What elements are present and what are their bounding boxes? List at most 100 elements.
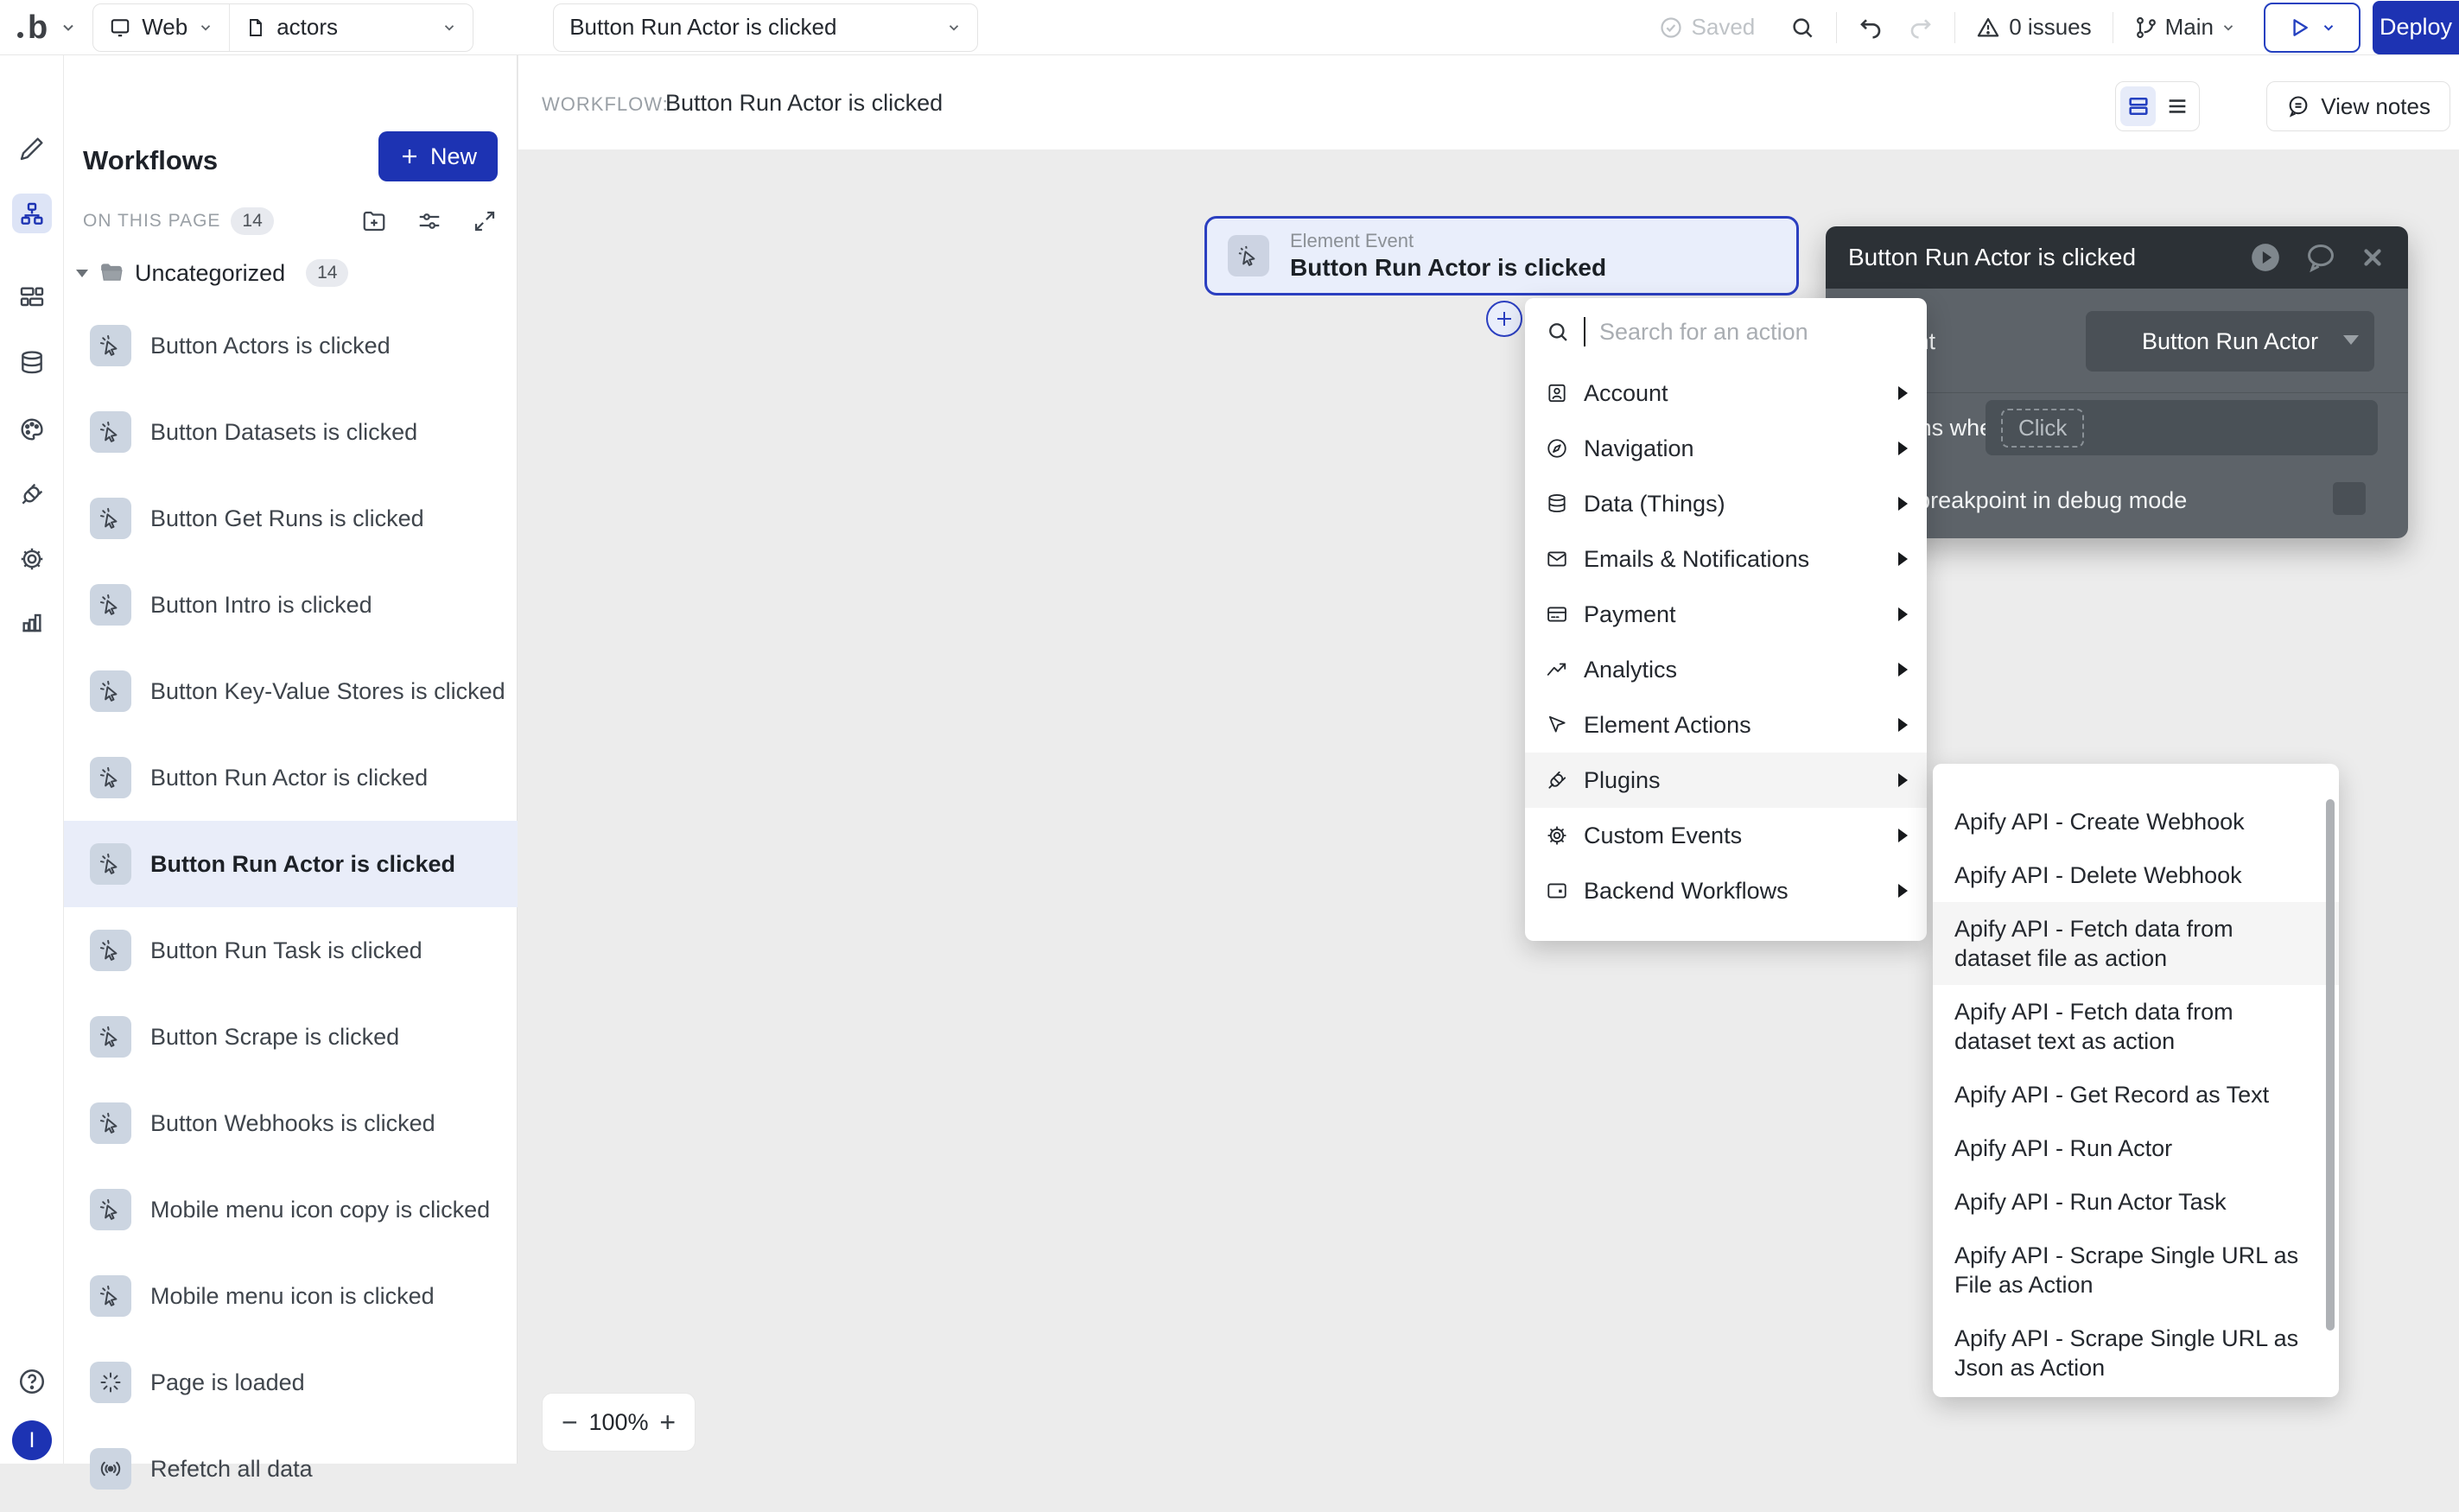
help-button[interactable]: [17, 1367, 47, 1396]
workflow-list-item[interactable]: Mobile menu icon copy is clicked: [64, 1166, 518, 1253]
action-category-emails-notifications[interactable]: Emails & Notifications: [1525, 531, 1927, 587]
workflow-list-item[interactable]: Button Key-Value Stores is clicked: [64, 648, 518, 734]
redo-button[interactable]: [1896, 15, 1946, 41]
plugin-action-item[interactable]: Apify API - Fetch data from dataset file…: [1933, 902, 2339, 985]
workflow-list-item[interactable]: Button Actors is clicked: [64, 302, 518, 389]
workflow-list-item[interactable]: Button Intro is clicked: [64, 562, 518, 648]
branch-dropdown[interactable]: Main: [2122, 14, 2248, 41]
action-category-plugins[interactable]: Plugins: [1525, 753, 1927, 808]
run-event-icon[interactable]: [2249, 241, 2282, 274]
page-dropdown[interactable]: actors: [229, 4, 473, 51]
issues-button[interactable]: 0 issues: [1964, 14, 2103, 41]
workflow-list-item[interactable]: Button Get Runs is clicked: [64, 475, 518, 562]
plugin-action-item[interactable]: Apify API - Run Actor Task: [1933, 1175, 2339, 1229]
warning-triangle-icon: [1976, 16, 2000, 40]
workflow-list-item[interactable]: Button Datasets is clicked: [64, 389, 518, 475]
workflow-list-item[interactable]: Button Run Task is clicked: [64, 907, 518, 994]
chevron-down-icon: [2221, 20, 2236, 35]
chevron-down-icon: [198, 20, 213, 35]
zoom-in-button[interactable]: +: [659, 1408, 676, 1436]
plugin-action-item[interactable]: Apify API - Fetch data from dataset text…: [1933, 985, 2339, 1068]
sidebar-item-styles[interactable]: [18, 416, 46, 443]
sidebar-item-data[interactable]: [18, 349, 46, 377]
workflow-item-label: Mobile menu icon copy is clicked: [150, 1197, 490, 1223]
action-category-backend-workflows[interactable]: Backend Workflows: [1525, 863, 1927, 918]
canvas-header: WORKFLOW: Button Run Actor is clicked Vi…: [518, 55, 2459, 149]
new-workflow-button[interactable]: New: [378, 131, 498, 181]
bubble-logo[interactable]: b: [17, 11, 48, 44]
search-button[interactable]: [1777, 15, 1827, 41]
workflow-item-label: Refetch all data: [150, 1456, 313, 1483]
list-view-button[interactable]: [2159, 86, 2195, 126]
undo-button[interactable]: [1846, 15, 1896, 41]
action-search[interactable]: Search for an action: [1525, 298, 1927, 365]
add-action-button[interactable]: [1486, 301, 1522, 337]
spinner-icon: [90, 1362, 131, 1403]
action-category-data-things-[interactable]: Data (Things): [1525, 476, 1927, 531]
plugin-action-item[interactable]: Run javascript: [1933, 1394, 2339, 1397]
search-icon: [1546, 320, 1570, 344]
plugin-action-item[interactable]: Apify API - Scrape Single URL as Json as…: [1933, 1312, 2339, 1394]
platform-page-switcher: Web actors: [92, 3, 473, 52]
action-category-analytics[interactable]: Analytics: [1525, 642, 1927, 697]
panel-title: Workflows: [83, 145, 218, 176]
node-title: Button Run Actor is clicked: [1290, 254, 1606, 282]
plugin-action-item[interactable]: Apify API - Get Record as Text: [1933, 1068, 2339, 1121]
comment-icon[interactable]: [2304, 241, 2337, 274]
element-dropdown[interactable]: Button Run Actor: [2086, 311, 2374, 372]
account-icon: [1546, 382, 1568, 404]
cursor-click-icon: [90, 325, 131, 366]
workflow-item-label: Mobile menu icon is clicked: [150, 1283, 435, 1310]
preview-run-button[interactable]: [2264, 3, 2361, 53]
sidebar-item-design[interactable]: [18, 135, 46, 162]
cursor-click-icon: [90, 1189, 131, 1230]
scrollbar[interactable]: [2326, 799, 2335, 1331]
workflow-list-item[interactable]: Button Run Actor is clicked: [64, 821, 518, 907]
breakpoint-checkbox[interactable]: [2333, 482, 2366, 515]
analytics-icon: [1546, 658, 1568, 681]
action-category-account[interactable]: Account: [1525, 365, 1927, 421]
expand-button[interactable]: [472, 208, 498, 234]
zoom-level: 100%: [588, 1409, 648, 1436]
when-field[interactable]: Click: [1986, 400, 2378, 455]
workflow-list-item[interactable]: Button Webhooks is clicked: [64, 1080, 518, 1166]
workflow-item-label: Page is loaded: [150, 1369, 305, 1396]
deploy-button[interactable]: Deploy: [2373, 1, 2459, 54]
workflow-list-item[interactable]: Refetch all data: [64, 1426, 518, 1512]
question-circle-icon: [17, 1367, 47, 1396]
workflow-list-item[interactable]: Mobile menu icon is clicked: [64, 1253, 518, 1339]
folder-uncategorized[interactable]: Uncategorized 14: [76, 259, 348, 287]
workflow-selector-dropdown[interactable]: Button Run Actor is clicked: [553, 3, 978, 52]
add-folder-button[interactable]: [361, 208, 387, 234]
card-view-button[interactable]: [2120, 86, 2156, 126]
category-label: Custom Events: [1584, 823, 1742, 849]
platform-dropdown[interactable]: Web: [93, 4, 229, 51]
submenu-arrow-icon: [1898, 884, 1908, 898]
view-notes-button[interactable]: View notes: [2266, 81, 2450, 131]
sidebar-item-logs[interactable]: [18, 608, 46, 636]
sidebar-item-components[interactable]: [18, 283, 46, 310]
avatar-letter: I: [29, 1428, 35, 1453]
action-category-custom-events[interactable]: Custom Events: [1525, 808, 1927, 863]
plugin-action-item[interactable]: Apify API - Delete Webhook: [1933, 848, 2339, 902]
user-avatar[interactable]: I: [12, 1420, 52, 1460]
sidebar-item-settings[interactable]: [18, 545, 46, 573]
click-chip[interactable]: Click: [2001, 409, 2084, 448]
close-icon[interactable]: [2360, 245, 2386, 270]
filter-button[interactable]: [416, 208, 442, 234]
workflow-list-item[interactable]: Button Run Actor is clicked: [64, 734, 518, 821]
workflow-list-item[interactable]: Page is loaded: [64, 1339, 518, 1426]
plugin-action-item[interactable]: Apify API - Run Actor: [1933, 1121, 2339, 1175]
action-category-payment[interactable]: Payment: [1525, 587, 1927, 642]
sidebar-item-plugins[interactable]: [18, 480, 46, 508]
action-category-navigation[interactable]: Navigation: [1525, 421, 1927, 476]
plugin-action-item[interactable]: Apify API - Create Webhook: [1933, 795, 2339, 848]
event-node[interactable]: Element Event Button Run Actor is clicke…: [1204, 216, 1799, 295]
zoom-out-button[interactable]: −: [562, 1408, 578, 1436]
submenu-arrow-icon: [1898, 829, 1908, 842]
plugin-action-item[interactable]: Apify API - Scrape Single URL as File as…: [1933, 1229, 2339, 1312]
logo-chevron-icon[interactable]: [60, 19, 77, 36]
action-category-element-actions[interactable]: Element Actions: [1525, 697, 1927, 753]
sidebar-item-workflows[interactable]: [18, 200, 46, 228]
workflow-list-item[interactable]: Button Scrape is clicked: [64, 994, 518, 1080]
